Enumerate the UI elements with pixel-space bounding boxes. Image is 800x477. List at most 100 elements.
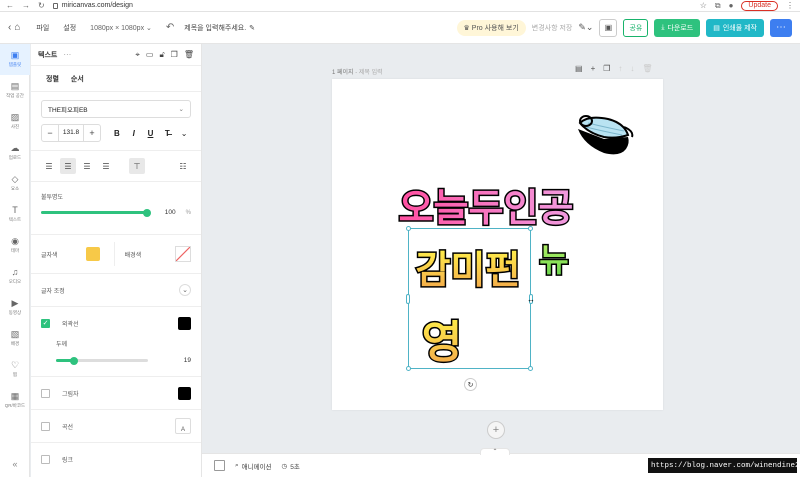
add-page-button[interactable]: +: [487, 421, 505, 439]
menu-file[interactable]: 파일: [36, 23, 49, 33]
more-options-button[interactable]: ⋯: [770, 18, 792, 37]
pen-tool-icon[interactable]: ✎⌄: [578, 22, 593, 33]
sidebar-item-upload[interactable]: ☁ 업로드: [0, 137, 30, 168]
page-number: 1 페이지: [332, 70, 354, 76]
align-justify-icon[interactable]: ☰: [98, 158, 114, 174]
font-size-decrease-button[interactable]: −: [42, 128, 58, 138]
forward-icon[interactable]: →: [22, 1, 30, 10]
thickness-value[interactable]: 19: [184, 357, 191, 364]
download-icon: ⤓: [661, 23, 665, 31]
extensions-icon[interactable]: ⧉: [715, 1, 721, 11]
shadow-checkbox[interactable]: [41, 388, 50, 398]
undo-icon[interactable]: ↶: [166, 22, 174, 33]
strikethrough-button[interactable]: T̶: [160, 124, 174, 142]
resize-handle-top-left[interactable]: [406, 226, 411, 231]
sidebar-item-qr[interactable]: ▦ QR/바코드: [0, 385, 30, 416]
document-title-input[interactable]: 제목을 입력해주세요. ✎: [184, 23, 255, 33]
browser-menu-icon[interactable]: ⋮: [786, 1, 794, 10]
underline-button[interactable]: U: [144, 124, 158, 142]
text-adjust-row[interactable]: 글자 조정 ⌄: [31, 274, 201, 306]
sidebar-item-template[interactable]: ▣ 템플릿: [0, 44, 30, 75]
curve-preview-icon[interactable]: A: [175, 418, 191, 434]
link-row: 링크: [31, 443, 201, 475]
font-family-select[interactable]: THE피오피EB ⌄: [41, 100, 191, 118]
move-up-icon[interactable]: ↑: [618, 64, 622, 73]
outline-checkbox[interactable]: ✓: [41, 318, 50, 328]
align-left-icon[interactable]: ☰: [41, 158, 57, 174]
opacity-value[interactable]: 100: [165, 209, 176, 216]
browser-update-button[interactable]: Update: [741, 0, 778, 11]
delete-page-icon[interactable]: 🗑︎: [642, 64, 652, 73]
thickness-slider[interactable]: [56, 356, 148, 365]
resize-handle-bottom-right[interactable]: [528, 366, 533, 371]
format-paint-icon[interactable]: ⌖: [135, 50, 140, 60]
print-icon: ▤: [713, 24, 720, 32]
profile-icon[interactable]: ●: [729, 1, 734, 10]
share-button[interactable]: 공유: [623, 18, 649, 37]
shadow-color-swatch[interactable]: [178, 386, 191, 400]
panel-more-icon[interactable]: ···: [63, 50, 71, 59]
page-thumbnail[interactable]: [214, 460, 225, 471]
vertical-align-top-icon[interactable]: ⊤: [129, 158, 145, 174]
tab-order[interactable]: 순서: [71, 74, 84, 84]
move-down-icon[interactable]: ↓: [630, 64, 634, 73]
home-button[interactable]: ‹ ⌂: [8, 22, 20, 33]
outline-color-swatch[interactable]: [178, 316, 191, 330]
save-icon[interactable]: ▣: [599, 18, 618, 37]
list-icon[interactable]: ☷: [175, 158, 191, 174]
duration-button[interactable]: ◷ 5초: [282, 461, 300, 471]
collapse-sidebar-icon[interactable]: «: [0, 459, 30, 469]
sidebar-item-photo[interactable]: ▨ 사진: [0, 106, 30, 137]
opacity-slider[interactable]: [41, 208, 151, 217]
more-format-chevron-icon[interactable]: ⌄: [177, 124, 191, 142]
star-icon[interactable]: ☆: [700, 1, 707, 10]
sidebar-item-text[interactable]: T 텍스트: [0, 199, 30, 230]
app-toolbar: ‹ ⌂ 파일 설정 1080px × 1080px ⌄ ↶ 제목을 입력해주세요…: [0, 12, 800, 44]
bold-button[interactable]: B: [110, 124, 124, 142]
sidebar-item-background[interactable]: ▧ 배경: [0, 323, 30, 354]
reload-icon[interactable]: ↻: [38, 1, 45, 10]
curve-checkbox[interactable]: [41, 421, 50, 431]
align-center-icon[interactable]: ☰: [60, 158, 76, 174]
back-icon[interactable]: ←: [6, 1, 14, 10]
sidebar-item-workspace[interactable]: ▤ 작업 공간: [0, 75, 30, 106]
expand-pages-icon[interactable]: ⌃: [480, 448, 510, 455]
font-size-input[interactable]: 131.8: [58, 125, 84, 141]
copy-page-icon[interactable]: ❐: [603, 64, 610, 73]
opacity-slider-handle[interactable]: [143, 208, 151, 217]
resize-handle-bottom-left[interactable]: [406, 366, 411, 371]
bg-color-swatch[interactable]: [175, 246, 191, 262]
resize-handle-top-right[interactable]: [528, 226, 533, 231]
text-color-swatch[interactable]: [85, 247, 100, 261]
italic-button[interactable]: I: [127, 124, 141, 142]
mask-sticker[interactable]: [574, 109, 636, 161]
address-bar[interactable]: miricanvas.com/design: [52, 2, 133, 9]
sidebar-item-video[interactable]: ▶ 동영상: [0, 292, 30, 323]
link-checkbox[interactable]: [41, 454, 50, 464]
sidebar-item-audio[interactable]: ♫ 오디오: [0, 261, 30, 292]
pro-trial-button[interactable]: ♛ Pro 사용해 보기: [456, 19, 526, 36]
sidebar-item-heart[interactable]: ♡ 찜: [0, 354, 30, 385]
page-notes-icon[interactable]: ▤: [575, 64, 583, 73]
thickness-slider-handle[interactable]: [70, 356, 79, 365]
font-size-increase-button[interactable]: +: [84, 128, 100, 138]
design-page[interactable]: 오늘두인공 감미펀 뉴 영 ↔ ↻: [332, 79, 663, 410]
print-order-button[interactable]: ▤ 인쇄물 제작: [706, 18, 764, 37]
download-button[interactable]: ⤓ 다운로드: [654, 18, 701, 37]
canvas-size-select[interactable]: 1080px × 1080px ⌄: [90, 24, 152, 32]
thickness-section: 두께 19: [31, 339, 201, 365]
duplicate-icon[interactable]: ❐: [171, 50, 178, 60]
animation-button[interactable]: ⌕ 애니메이션: [235, 461, 272, 471]
rotate-icon[interactable]: ↻: [464, 378, 477, 391]
delete-icon[interactable]: 🗑︎: [184, 50, 194, 60]
sidebar-item-elements[interactable]: ◇ 요소: [0, 168, 30, 199]
lock-element-icon[interactable]: 🔓︎: [159, 50, 164, 60]
selection-box[interactable]: [406, 226, 533, 371]
resize-handle-left[interactable]: [406, 294, 410, 304]
sidebar-item-theme[interactable]: ◉ 테마: [0, 230, 30, 261]
add-page-icon[interactable]: +: [591, 64, 596, 73]
menu-settings[interactable]: 설정: [63, 23, 76, 33]
comment-icon[interactable]: ▭: [146, 50, 154, 60]
tab-align[interactable]: 정렬: [46, 74, 59, 84]
align-right-icon[interactable]: ☰: [79, 158, 95, 174]
